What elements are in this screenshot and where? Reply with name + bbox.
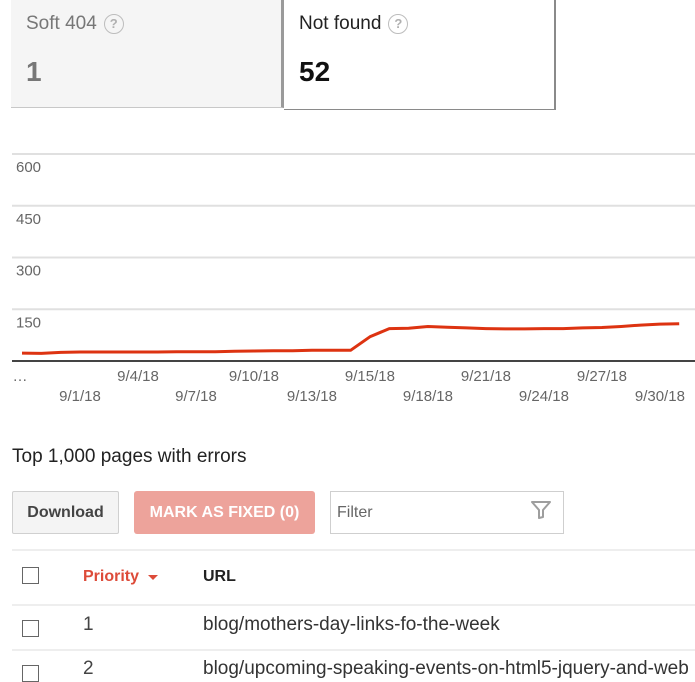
y-tick-label: 300 — [16, 263, 41, 280]
x-tick-label: 9/21/18 — [461, 368, 511, 385]
errors-line-chart: 150 300 450 600 … 9/4/18 9/10/18 9/15/18 9/21/1… — [0, 140, 695, 410]
stat-card-label: Soft 404 — [26, 13, 97, 35]
chart-series — [22, 324, 679, 354]
column-header-url[interactable]: URL — [203, 568, 236, 586]
stat-card-value: 52 — [299, 56, 330, 88]
table-top-divider — [12, 549, 695, 551]
chart-x-tick-labels: …9/4/189/10/189/15/189/21/189/27/1819/1/… — [13, 368, 695, 405]
x-tick-label: 9/7/18 — [175, 388, 217, 405]
y-tick-label: 600 — [16, 159, 41, 176]
question-circle-icon[interactable]: ? — [104, 14, 124, 34]
x-tick-label: 9/15/18 — [345, 368, 395, 385]
select-all-checkbox[interactable] — [22, 567, 39, 584]
download-button[interactable]: Download — [12, 491, 119, 534]
stat-card-soft-404[interactable]: Soft 404 ? 1 — [11, 0, 284, 108]
sort-desc-icon — [148, 575, 158, 580]
stat-card-value: 1 — [26, 56, 42, 88]
filter-field[interactable] — [330, 491, 564, 534]
stat-card-not-found[interactable]: Not found ? 52 — [284, 0, 556, 110]
section-title: Top 1,000 pages with errors — [12, 446, 246, 468]
row-url-link[interactable]: blog/upcoming-speaking-events-on-html5-j… — [203, 658, 689, 680]
x-tick-label: 9/27/18 — [577, 368, 627, 385]
x-tick-label: 9/1/18 — [59, 388, 101, 405]
stat-card-title: Not found ? — [299, 13, 408, 35]
column-header-priority[interactable]: Priority — [83, 568, 158, 586]
row-priority: 1 — [83, 614, 94, 636]
row-url-link[interactable]: blog/mothers-day-links-fo-the-week — [203, 614, 500, 636]
table-row-divider — [12, 604, 695, 606]
series-line — [22, 324, 679, 354]
x-tick-label: 9/30/18 — [635, 388, 685, 405]
x-tick-label: 9/13/18 — [287, 388, 337, 405]
x-tick-label: … — [13, 368, 28, 385]
stat-card-label: Not found — [299, 13, 381, 35]
question-circle-icon[interactable]: ? — [388, 14, 408, 34]
chart-y-tick-labels: 150 300 450 600 — [16, 159, 41, 331]
funnel-icon[interactable] — [531, 500, 551, 520]
row-priority: 2 — [83, 658, 94, 680]
column-header-label: Priority — [83, 568, 139, 586]
mark-as-fixed-button[interactable]: MARK AS FIXED (0) — [134, 491, 315, 534]
row-checkbox[interactable] — [22, 665, 39, 682]
chart-gridlines — [12, 154, 695, 309]
y-tick-label: 150 — [16, 314, 41, 331]
table-row-divider — [12, 649, 695, 651]
x-tick-label: 9/18/18 — [403, 388, 453, 405]
stat-card-title: Soft 404 ? — [26, 13, 124, 35]
row-checkbox[interactable] — [22, 620, 39, 637]
x-tick-label: 9/24/18 — [519, 388, 569, 405]
x-tick-label: 9/10/18 — [229, 368, 279, 385]
filter-input[interactable] — [331, 492, 521, 533]
x-tick-label: 9/4/18 — [117, 368, 159, 385]
y-tick-label: 450 — [16, 211, 41, 228]
